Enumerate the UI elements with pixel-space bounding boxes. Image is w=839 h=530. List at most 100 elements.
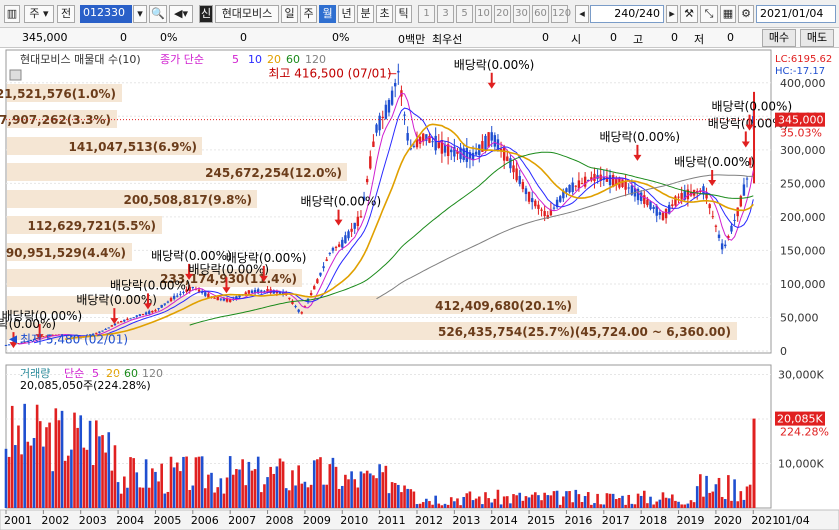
ma-period-10: 10 [248,53,262,66]
price-tick-label: 300,000 [780,144,826,157]
candle-body [577,180,581,189]
x-tick-label: 2015 [527,514,555,527]
candle-body [515,168,518,181]
volume-bar [412,491,416,508]
dividend-label: 배당락(0.00%) [226,251,307,265]
volume-profile-label: 67,907,262(3.3%) [0,113,111,127]
candle-body [680,193,683,199]
volume-bar [446,504,450,508]
volume-bar [256,456,260,508]
volume-bar [699,474,702,508]
volume-bar [481,504,484,508]
candle-body [316,279,319,284]
volume-bar [593,503,596,508]
volume-bar [300,483,304,508]
volume-bar [73,412,76,508]
volume-bar [664,497,668,508]
volume-bar [599,504,602,508]
candle-body [138,314,142,317]
volume-bar [368,473,372,508]
volume-bar [269,466,272,508]
volume-bar [674,500,677,508]
candle-body [714,225,718,227]
candle-body [347,231,350,239]
volume-bar [141,487,145,508]
candle-body [390,90,394,105]
volume-bar [518,492,522,508]
volume-bar [730,500,733,508]
volume-bar [76,427,79,508]
candle-body [110,325,114,327]
volume-bar [711,491,715,508]
volume-bar [66,455,70,508]
volume-bar [266,477,269,508]
volume-profile-label: 245,672,254(12.0%) [205,166,342,180]
candle-body [465,147,469,162]
volume-bar [614,499,618,508]
x-tick-label: 2007 [228,514,256,527]
price-tick-label: 400,000 [780,77,826,90]
volume-bar [51,471,55,508]
candle-body [179,293,182,295]
volume-bar [213,492,216,508]
candle-body [319,272,322,276]
price-tick-label: 100,000 [780,278,826,291]
volume-bar [35,404,39,508]
volume-bar [431,504,434,508]
volume-bar [166,491,170,508]
volume-bar [253,469,257,508]
volume-bar [393,482,397,508]
volume-bar [384,465,388,508]
volume-bar [319,457,322,508]
volume-bar [683,504,687,508]
volume-bar [172,467,176,508]
price-panel-title: 현대모비스 매물대 수(10) [20,53,141,66]
candle-body [658,212,662,215]
volume-bar [477,496,481,508]
candle-body [717,234,721,239]
volume-bar [306,487,310,508]
candle-body [708,204,711,209]
volume-bar [586,492,590,508]
candle-body [518,176,521,184]
volume-bar [646,503,649,508]
volume-bar [434,495,437,508]
candle-body [736,207,739,217]
candle-body [113,323,117,326]
candle-body [733,219,736,221]
candle-body [434,135,437,151]
volume-bar [23,403,26,508]
volume-bar [425,498,428,508]
volume-bar [661,492,665,508]
volume-bar [527,497,531,508]
volume-bar [126,487,129,508]
volume-bar [48,422,51,508]
candle-body [571,182,574,193]
candle-body [104,329,107,331]
candle-body [565,188,568,192]
candle-body [643,195,646,204]
x-tick-label: 01/04 [778,514,810,527]
volume-bar [175,462,179,508]
candle-body [583,176,587,187]
volume-bar [440,505,444,508]
volume-bar [462,496,465,508]
current-price-pct: 35.03% [780,127,822,140]
volume-bar [303,481,307,508]
stock-chart[interactable]: 현대모비스 매물대 수(10) 종가 단순 5 10 20 60 120 LC:6195.62… [0,0,839,530]
volume-bar [113,445,117,508]
volume-bar [667,498,671,508]
candle-body [493,135,497,147]
candle-body [154,310,157,312]
volume-bar [188,489,192,508]
volume-bar [487,498,490,508]
dividend-label: 배당락(0.00%) [599,130,680,144]
dividend-label: 배당락(0.00%) [454,58,535,72]
volume-bar [652,504,655,508]
candle-body [484,135,487,151]
candle-body [375,124,378,133]
candle-body [116,322,120,324]
volume-bar [534,492,537,508]
volume-bar [449,497,453,508]
candle-body [172,295,176,299]
